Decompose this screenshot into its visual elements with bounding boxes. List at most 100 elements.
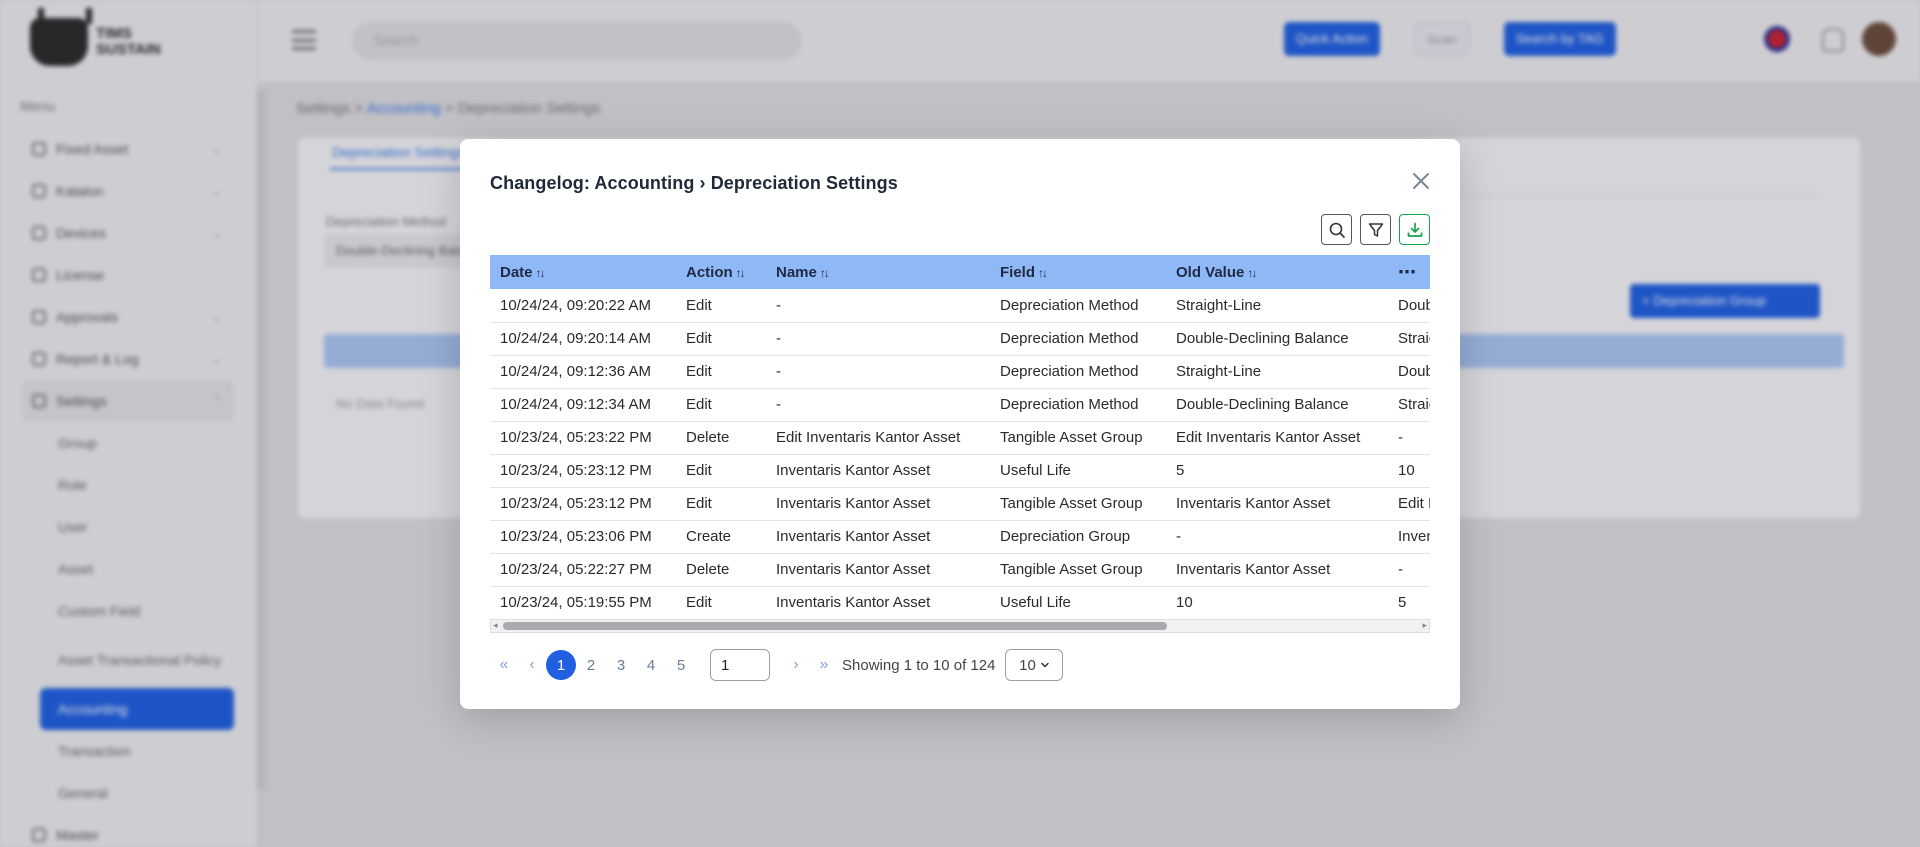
table-cell: Edit xyxy=(686,396,712,413)
changelog-table-container: Date ↑↓ Action ↑↓ Name ↑↓ Field ↑↓ Old Value… xyxy=(490,255,1430,635)
download-button[interactable] xyxy=(1399,214,1430,245)
modal-title: Changelog: Accounting › Depreciation Set… xyxy=(490,173,898,193)
sort-icon[interactable]: ↑↓ xyxy=(536,266,546,280)
horizontal-scrollbar[interactable]: ◂ ▸ xyxy=(490,619,1430,633)
scrollbar-thumb[interactable] xyxy=(503,622,1167,630)
table-cell: Edit xyxy=(686,296,712,314)
table-cell: Depreciation Method xyxy=(1000,363,1139,380)
pagination: « ‹ 1 2 3 4 5 › » Showing 1 to 10 of 124… xyxy=(490,648,1064,682)
table-cell: Inventaris Kantor Asset xyxy=(1176,495,1331,512)
scroll-right-icon[interactable]: ▸ xyxy=(1422,620,1427,631)
table-cell: 10/23/24, 05:23:06 PM xyxy=(500,528,652,545)
table-row[interactable]: 10/24/24, 09:20:14 AM Edit - Depreciation M… xyxy=(490,322,1430,355)
close-button[interactable] xyxy=(1410,170,1432,192)
page-button-3[interactable]: 3 xyxy=(606,650,636,680)
table-cell: Inventaris Kantor Asset xyxy=(776,528,931,545)
table-cell: Depreciation Method xyxy=(1000,296,1139,314)
table-cell: Tangible Asset Group xyxy=(1000,561,1143,578)
table-cell: Useful Life xyxy=(1000,462,1071,479)
column-header-action[interactable]: Action ↑↓ xyxy=(676,255,766,289)
table-cell: Edit Inventaris Kantor Asset xyxy=(1176,429,1361,446)
table-cell: Delete xyxy=(686,561,730,578)
table-cell: Inventaris Kantor Asset xyxy=(776,495,931,512)
scroll-left-icon[interactable]: ◂ xyxy=(493,620,498,631)
table-cell: - xyxy=(776,363,781,380)
table-row[interactable]: 10/24/24, 09:20:22 AM Edit - Depreciation M… xyxy=(490,289,1430,322)
table-row[interactable]: 10/23/24, 05:23:22 PM Delete Edit Inventar… xyxy=(490,421,1430,454)
table-cell: 5 xyxy=(1176,462,1185,479)
table-cell: Double-Declining Balance xyxy=(1398,363,1430,380)
table-cell: - xyxy=(1176,528,1181,545)
table-row[interactable]: 10/23/24, 05:23:12 PM Edit Inventaris Kant… xyxy=(490,487,1430,520)
prev-page-button[interactable]: ‹ xyxy=(518,656,546,674)
column-label: Old Value xyxy=(1176,263,1245,281)
page-button-2[interactable]: 2 xyxy=(576,650,606,680)
page-button-5[interactable]: 5 xyxy=(666,650,696,680)
table-cell: - xyxy=(1398,561,1403,578)
last-page-button[interactable]: » xyxy=(810,656,838,674)
sort-icon[interactable]: ↑↓ xyxy=(736,266,746,280)
table-cell: 10/24/24, 09:20:22 AM xyxy=(500,296,651,314)
filter-button[interactable] xyxy=(1360,214,1391,245)
changelog-modal: Changelog: Accounting › Depreciation Set… xyxy=(460,139,1460,709)
table-cell: - xyxy=(776,330,781,347)
table-cell: Edit xyxy=(686,462,712,479)
table-cell: Tangible Asset Group xyxy=(1000,495,1143,512)
column-header-more[interactable]: ⋯ xyxy=(1388,255,1430,289)
table-cell: 10/24/24, 09:20:14 AM xyxy=(500,330,651,347)
table-cell: Edit xyxy=(686,363,712,380)
column-header-old-value[interactable]: Old Value ↑↓ xyxy=(1166,255,1388,289)
table-cell: Edit Inventaris Kantor Asset xyxy=(776,429,961,446)
column-label: Date xyxy=(500,263,533,281)
sort-icon[interactable]: ↑↓ xyxy=(1038,266,1048,280)
table-row[interactable]: 10/23/24, 05:22:27 PM Delete Inventaris Ka… xyxy=(490,553,1430,586)
table-row[interactable]: 10/24/24, 09:12:36 AM Edit - Depreciation M… xyxy=(490,355,1430,388)
table-row[interactable]: 10/23/24, 05:23:06 PM Create Inventaris Ka… xyxy=(490,520,1430,553)
table-row[interactable]: 10/23/24, 05:19:55 PM Edit Inventaris Kant… xyxy=(490,586,1430,619)
column-header-field[interactable]: Field ↑↓ xyxy=(990,255,1166,289)
table-cell: 10/23/24, 05:23:22 PM xyxy=(500,429,652,446)
table-cell: 10 xyxy=(1176,594,1193,611)
table-cell: Inventaris Kantor Asset xyxy=(776,561,931,578)
sort-icon[interactable]: ↑↓ xyxy=(820,266,830,280)
page-button-1[interactable]: 1 xyxy=(546,650,576,680)
table-cell: 10/24/24, 09:12:34 AM xyxy=(500,396,651,413)
page-size-select[interactable]: 10 xyxy=(1005,649,1064,681)
table-cell: Double-Declining Balance xyxy=(1398,296,1430,314)
search-button[interactable] xyxy=(1321,214,1352,245)
more-icon[interactable]: ⋯ xyxy=(1398,262,1416,282)
next-page-button[interactable]: › xyxy=(782,656,810,674)
goto-page-input[interactable] xyxy=(710,649,770,681)
table-cell: Inventaris Kantor Asset xyxy=(1398,528,1430,545)
table-row[interactable]: 10/23/24, 05:23:12 PM Edit Inventaris Kant… xyxy=(490,454,1430,487)
table-cell: Inventaris Kantor Asset xyxy=(1176,561,1331,578)
table-cell: Edit Inventaris Kantor Asset xyxy=(1398,495,1430,512)
search-icon xyxy=(1329,222,1345,238)
table-cell: Depreciation Method xyxy=(1000,330,1139,347)
table-cell: Delete xyxy=(686,429,730,446)
table-cell: Depreciation Method xyxy=(1000,396,1139,413)
column-header-name[interactable]: Name ↑↓ xyxy=(766,255,990,289)
changelog-table: Date ↑↓ Action ↑↓ Name ↑↓ Field ↑↓ Old Value… xyxy=(490,255,1430,620)
table-cell: 10/23/24, 05:19:55 PM xyxy=(500,594,652,611)
page-size-value: 10 xyxy=(1019,656,1036,674)
first-page-button[interactable]: « xyxy=(490,656,518,674)
table-cell: Straight-Line xyxy=(1398,330,1430,347)
table-cell: 10/23/24, 05:23:12 PM xyxy=(500,462,652,479)
table-cell: Edit xyxy=(686,330,712,347)
page-button-4[interactable]: 4 xyxy=(636,650,666,680)
sort-icon[interactable]: ↑↓ xyxy=(1247,266,1257,280)
table-cell: Straight-Line xyxy=(1398,396,1430,413)
table-cell: Double-Declining Balance xyxy=(1176,396,1349,413)
table-row[interactable]: 10/24/24, 09:12:34 AM Edit - Depreciation M… xyxy=(490,388,1430,421)
table-cell: Create xyxy=(686,528,732,545)
table-cell: 5 xyxy=(1398,594,1407,611)
filter-icon xyxy=(1368,222,1383,237)
pagination-summary: Showing 1 to 10 of 124 xyxy=(842,656,996,674)
chevron-down-icon xyxy=(1041,662,1049,668)
table-cell: - xyxy=(776,296,781,314)
table-cell: Straight-Line xyxy=(1176,363,1262,380)
column-header-date[interactable]: Date ↑↓ xyxy=(490,255,676,289)
column-label: Field xyxy=(1000,263,1036,281)
table-cell: - xyxy=(1398,429,1403,446)
